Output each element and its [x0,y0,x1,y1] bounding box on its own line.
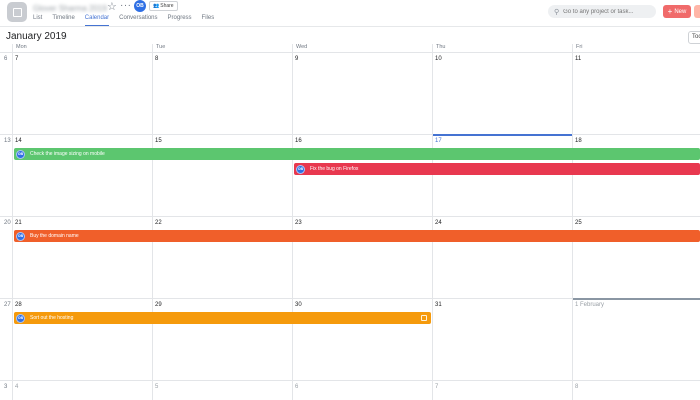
day-cell-label[interactable]: 28 [15,302,22,308]
task-bar[interactable]: OB Buy the domain name [14,230,700,242]
day-cell-label[interactable]: 5 [155,384,158,390]
project-title[interactable]: Glover Sharma 2019 [33,4,107,13]
day-cell-label[interactable]: 10 [435,56,442,62]
week-number: 13 [4,138,11,144]
day-cell-label[interactable]: 6 [295,384,298,390]
weekday-fri: Fri [576,44,583,50]
project-icon[interactable] [7,2,27,22]
day-cell-label[interactable]: 1 February [575,302,604,308]
grid-line [0,52,700,53]
grid-line [0,380,700,381]
weekday-wed: Wed [296,44,308,50]
new-button-label: New [674,8,687,15]
grid-line [432,44,433,400]
grid-line [572,44,573,400]
people-icon: 👥 [153,3,160,9]
new-button[interactable]: + New [663,5,691,18]
today-button[interactable]: Toc [688,31,700,44]
month-title: January 2019 [6,31,67,42]
star-icon[interactable]: ☆ [107,1,117,13]
search-box[interactable]: ⚲ [548,5,656,18]
day-cell-label[interactable]: 16 [295,138,302,144]
task-bar[interactable]: OB Sort out the hosting [14,312,431,324]
tab-calendar[interactable]: Calendar [84,14,110,26]
share-label: Share [160,3,174,9]
project-tabs: List Timeline Calendar Conversations Pro… [33,14,214,26]
day-cell-label[interactable]: 4 [15,384,18,390]
tab-files[interactable]: Files [202,14,215,26]
search-input[interactable] [563,8,654,15]
assignee-avatar[interactable]: OB [296,164,305,174]
week-number: 20 [4,220,11,226]
day-cell-label[interactable]: 18 [575,138,582,144]
grid-line [0,216,700,217]
tab-timeline[interactable]: Timeline [52,14,74,26]
task-title: Check the image sizing on mobile [30,151,105,157]
tab-progress[interactable]: Progress [168,14,192,26]
weekday-thu: Thu [436,44,446,50]
day-cell-label[interactable]: 30 [295,302,302,308]
day-cell-label[interactable]: 24 [435,220,442,226]
day-cell-label-today[interactable]: 17 [435,138,442,144]
more-icon[interactable]: ··· [120,0,132,12]
day-cell-label[interactable]: 31 [435,302,442,308]
today-indicator [433,134,572,136]
week-number: 6 [4,56,8,62]
plus-icon: + [667,6,673,16]
grid-line [152,44,153,400]
day-cell-label[interactable]: 8 [155,56,158,62]
subtask-icon[interactable] [421,315,427,321]
day-cell-label[interactable]: 14 [15,138,22,144]
grid-line [292,44,293,400]
assignee-avatar[interactable]: OB [16,313,25,323]
week-number: 27 [4,302,11,308]
assignee-avatar[interactable]: OB [16,231,25,241]
assignee-avatar[interactable]: OB [16,149,25,159]
day-cell-label[interactable]: 9 [295,56,298,62]
grid-line [0,134,700,135]
day-cell-label[interactable]: 15 [155,138,162,144]
owner-avatar[interactable]: OB [134,0,146,12]
day-cell-label[interactable]: 29 [155,302,162,308]
task-title: Fix the bug on Firefox [310,166,359,172]
task-bar[interactable]: OB Check the image sizing on mobile [14,148,700,160]
day-cell-label[interactable]: 21 [15,220,22,226]
day-cell-label[interactable]: 7 [15,56,18,62]
month-boundary-indicator [573,298,700,300]
task-bar[interactable]: OB Fix the bug on Firefox [294,163,700,175]
day-cell-label[interactable]: 8 [575,384,578,390]
grid-line [12,44,13,400]
chevron-down-icon[interactable]: ⌄ [63,33,68,40]
task-title: Sort out the hosting [30,315,74,321]
day-cell-label[interactable]: 25 [575,220,582,226]
day-cell-label[interactable]: 23 [295,220,302,226]
share-button[interactable]: 👥 Share [149,1,178,11]
weekday-mon: Mon [16,44,27,50]
weekday-tue: Tue [156,44,166,50]
day-cell-label[interactable]: 7 [435,384,438,390]
upgrade-button[interactable] [694,5,700,18]
day-cell-label[interactable]: 11 [575,56,581,62]
week-number: 3 [4,384,8,390]
search-icon: ⚲ [554,8,560,16]
day-cell-label[interactable]: 22 [155,220,162,226]
task-title: Buy the domain name [30,233,79,239]
top-bar: Glover Sharma 2019 ☆ ··· OB 👥 Share List… [0,0,700,27]
tab-conversations[interactable]: Conversations [119,14,157,26]
tab-list[interactable]: List [33,14,42,26]
